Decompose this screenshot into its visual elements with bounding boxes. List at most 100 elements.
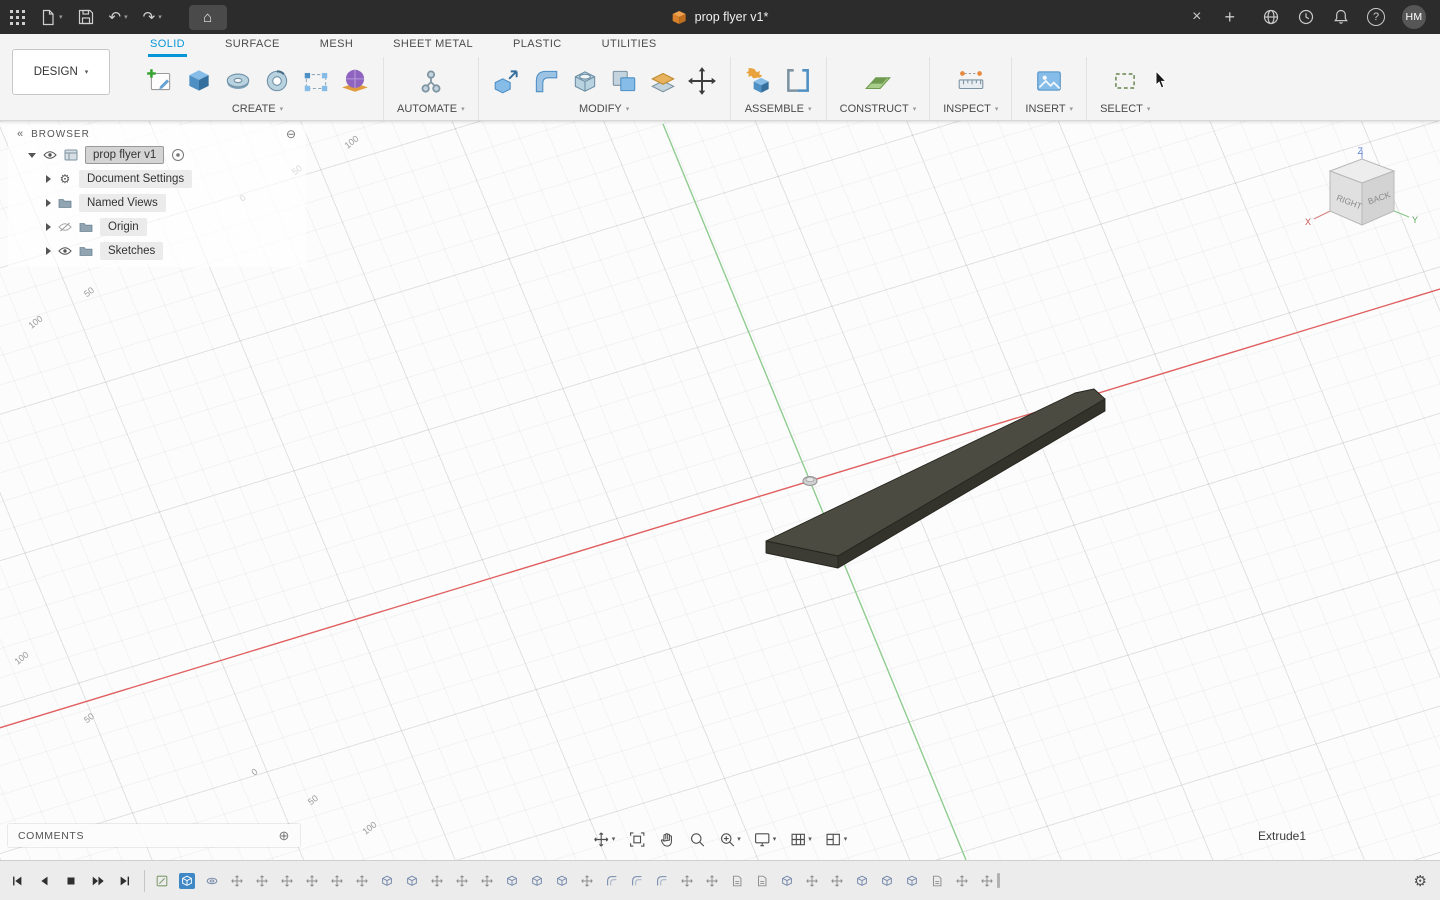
workspace-switcher[interactable]: DESIGN ▾ [12, 49, 110, 95]
close-tab-icon[interactable]: × [1192, 8, 1201, 26]
notifications-bell-icon[interactable] [1332, 8, 1350, 26]
group-label-modify[interactable]: MODIFY ▾ [492, 101, 717, 115]
browser-row-label[interactable]: Named Views [79, 194, 166, 212]
expand-arrow-icon[interactable] [28, 152, 36, 158]
undo-button[interactable]: ↶ ▾ [109, 8, 128, 26]
expand-arrow-icon[interactable] [46, 199, 51, 207]
group-label-construct[interactable]: CONSTRUCT ▾ [840, 101, 917, 115]
timeline-feature-extrude[interactable] [379, 873, 395, 889]
timeline-feature-sketch[interactable] [154, 873, 170, 889]
zoom-window-tool[interactable]: ▾ [718, 831, 741, 848]
timeline-feature-move[interactable] [254, 873, 270, 889]
grid-snap-tool[interactable]: ▾ [789, 831, 812, 848]
timeline-feature-move[interactable] [304, 873, 320, 889]
new-tab-icon[interactable]: + [1224, 7, 1235, 28]
timeline-features[interactable] [154, 872, 995, 889]
timeline-feature-extrude[interactable] [529, 873, 545, 889]
automate-icon[interactable] [416, 66, 446, 96]
tab-plastic[interactable]: PLASTIC [511, 38, 564, 57]
timeline-feature-extrude[interactable] [554, 873, 570, 889]
expand-arrow-icon[interactable] [46, 223, 51, 231]
tab-solid[interactable]: SOLID [148, 38, 188, 57]
timeline-feature-move[interactable] [829, 873, 845, 889]
timeline-feature-move[interactable] [679, 873, 695, 889]
timeline-feature-move[interactable] [579, 873, 595, 889]
tab-utilities[interactable]: UTILITIES [600, 38, 659, 57]
step-back-button[interactable] [37, 874, 51, 888]
browser-row-label[interactable]: Origin [100, 218, 147, 236]
expand-arrow-icon[interactable] [46, 247, 51, 255]
user-avatar[interactable]: HM [1402, 5, 1426, 29]
timeline-feature-revolve[interactable] [204, 873, 220, 889]
combine-icon[interactable] [609, 66, 639, 96]
group-label-assemble[interactable]: ASSEMBLE ▾ [744, 101, 813, 115]
viewport-layout-tool[interactable]: ▾ [825, 831, 847, 848]
browser-row-sketches[interactable]: Sketches [8, 239, 306, 263]
timeline-feature-extrude[interactable] [854, 873, 870, 889]
timeline-feature-extrude[interactable] [904, 873, 920, 889]
extensions-globe-icon[interactable] [1262, 8, 1280, 26]
measure-icon[interactable] [956, 66, 986, 96]
new-component-icon[interactable] [744, 66, 774, 96]
timeline-feature-move[interactable] [329, 873, 345, 889]
browser-row-label[interactable]: Document Settings [79, 170, 193, 188]
split-face-icon[interactable] [648, 66, 678, 96]
browser-row-named-views[interactable]: Named Views [8, 191, 306, 215]
timeline-feature-move[interactable] [979, 873, 995, 889]
go-to-start-button[interactable] [10, 874, 24, 888]
group-label-insert[interactable]: INSERT ▾ [1025, 101, 1073, 115]
stop-button[interactable] [64, 874, 78, 888]
orbit-tool[interactable]: ▾ [593, 831, 615, 848]
timeline-feature-move[interactable] [454, 873, 470, 889]
display-settings-tool[interactable]: ▾ [754, 831, 776, 848]
group-label-automate[interactable]: AUTOMATE ▾ [397, 101, 465, 115]
collapse-panel-icon[interactable]: « [17, 128, 23, 140]
tab-mesh[interactable]: MESH [318, 38, 355, 57]
file-menu-icon[interactable]: ▾ [40, 9, 63, 26]
revolve-icon[interactable] [223, 66, 253, 96]
fillet-icon[interactable] [531, 66, 561, 96]
timeline-feature-fillet[interactable] [629, 873, 645, 889]
redo-button[interactable]: ↷ ▾ [143, 8, 162, 26]
home-tab[interactable]: ⌂ [188, 4, 227, 30]
play-forward-button[interactable] [91, 874, 105, 888]
pan-tool[interactable] [658, 831, 675, 848]
timeline-feature-doc[interactable] [754, 873, 770, 889]
press-pull-icon[interactable] [492, 66, 522, 96]
fit-view-tool[interactable] [628, 831, 645, 848]
visibility-eye-icon[interactable] [58, 246, 72, 256]
browser-row-origin[interactable]: Origin [8, 215, 306, 239]
add-comment-icon[interactable]: ⊕ [279, 828, 291, 844]
create-form-icon[interactable] [340, 66, 370, 96]
timeline-feature-doc[interactable] [929, 873, 945, 889]
tab-sheet-metal[interactable]: SHEET METAL [391, 38, 475, 57]
construct-plane-icon[interactable] [863, 66, 893, 96]
timeline-feature-extrude[interactable] [779, 873, 795, 889]
create-sketch-icon[interactable] [145, 66, 175, 96]
coil-icon[interactable] [262, 66, 292, 96]
comments-panel[interactable]: COMMENTS ⊕ [8, 824, 300, 847]
browser-header[interactable]: « BROWSER ⊖ [8, 125, 306, 143]
timeline-feature-move[interactable] [479, 873, 495, 889]
zoom-tool[interactable] [688, 831, 705, 848]
visibility-eye-off-icon[interactable] [58, 222, 72, 232]
save-icon[interactable] [78, 9, 94, 25]
app-grid-icon[interactable] [10, 9, 25, 25]
go-to-end-button[interactable] [118, 874, 132, 888]
collapse-tree-icon[interactable]: ⊖ [286, 127, 297, 141]
origin-marker[interactable] [802, 476, 818, 486]
browser-row-root-component[interactable]: prop flyer v1 [8, 143, 306, 167]
root-component-name[interactable]: prop flyer v1 [85, 146, 165, 164]
shell-icon[interactable] [570, 66, 600, 96]
timeline-end-marker[interactable] [997, 873, 1000, 888]
timeline-feature-fillet[interactable] [604, 873, 620, 889]
timeline-feature-extrude[interactable] [404, 873, 420, 889]
timeline-feature-move[interactable] [279, 873, 295, 889]
timeline-feature-move[interactable] [229, 873, 245, 889]
job-status-clock-icon[interactable] [1297, 8, 1315, 26]
group-label-create[interactable]: CREATE ▾ [145, 101, 370, 115]
timeline-feature-extrude[interactable] [504, 873, 520, 889]
joint-icon[interactable] [783, 66, 813, 96]
browser-row-document-settings[interactable]: ⚙ Document Settings [8, 167, 306, 191]
activate-component-icon[interactable] [171, 148, 185, 162]
